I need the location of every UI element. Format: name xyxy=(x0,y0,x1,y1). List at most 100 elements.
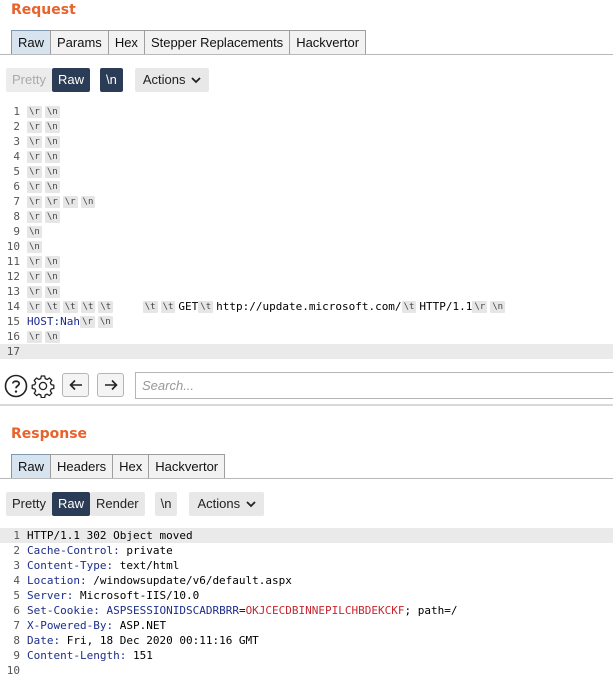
editor-line[interactable]: 3 Content-Type: text/html xyxy=(0,558,613,573)
line-content[interactable]: Date: Fri, 18 Dec 2020 00:11:16 GMT xyxy=(27,633,259,648)
chevron-down-icon xyxy=(246,494,256,518)
request-tab-hackvertor[interactable]: Hackvertor xyxy=(289,30,367,54)
line-number: 5 xyxy=(13,165,20,178)
editor-line[interactable]: 13 \r \n xyxy=(0,284,613,299)
line-content[interactable]: Cache-Control: private xyxy=(27,543,173,558)
request-title: Request xyxy=(11,2,76,18)
request-tab-stepper-replacements[interactable]: Stepper Replacements xyxy=(143,30,291,54)
line-number: 12 xyxy=(6,270,20,283)
line-number: 8 xyxy=(13,210,20,223)
line-number: 8 xyxy=(13,634,20,647)
editor-line[interactable]: 7 \r \r \r \n xyxy=(0,194,613,209)
help-icon[interactable] xyxy=(4,374,28,398)
request-tab-params[interactable]: Params xyxy=(50,30,109,54)
line-number: 1 xyxy=(13,529,20,542)
line-content[interactable]: \r \n xyxy=(27,329,63,344)
line-number: 9 xyxy=(13,225,20,238)
line-content[interactable]: HOST:Nah \r \n xyxy=(27,314,116,329)
line-number: 2 xyxy=(13,544,20,557)
response-toolbar: Pretty Raw Render \n Actions xyxy=(6,492,265,518)
request-raw-button[interactable]: Raw xyxy=(51,68,90,92)
line-content[interactable]: \r \n xyxy=(27,149,63,164)
editor-line[interactable]: 9 Content-Length: 151 xyxy=(0,648,613,663)
response-actions-dropdown[interactable]: Actions xyxy=(189,492,265,518)
request-pretty-button[interactable]: Pretty xyxy=(6,68,52,92)
editor-line[interactable]: 3 \r \n xyxy=(0,134,613,149)
response-tabbar: Raw Headers Hex Hackvertor xyxy=(11,452,226,478)
editor-line[interactable]: 1 HTTP/1.1 302 Object moved xyxy=(0,528,613,543)
request-tabbar: Raw Params Hex Stepper Replacements Hack… xyxy=(11,28,367,54)
search-input[interactable]: Search... xyxy=(135,372,613,399)
request-search-bar: Search... xyxy=(0,371,613,401)
response-tab-hex[interactable]: Hex xyxy=(112,454,150,478)
editor-line[interactable]: 9 \n xyxy=(0,224,613,239)
editor-line[interactable]: 16 \r \n xyxy=(0,329,613,344)
line-content[interactable]: \n xyxy=(27,224,45,239)
response-tab-hackvertor[interactable]: Hackvertor xyxy=(148,454,226,478)
line-content[interactable]: Server: Microsoft-IIS/10.0 xyxy=(27,588,199,603)
line-number: 16 xyxy=(6,330,20,343)
editor-line[interactable]: 6 \r \n xyxy=(0,179,613,194)
response-tab-raw[interactable]: Raw xyxy=(11,454,52,478)
arrow-left-icon xyxy=(68,379,82,391)
gear-icon[interactable] xyxy=(31,374,55,398)
line-content[interactable]: X-Powered-By: ASP.NET xyxy=(27,618,166,633)
editor-line[interactable]: 2 \r \n xyxy=(0,119,613,134)
response-tab-headers[interactable]: Headers xyxy=(50,454,114,478)
editor-line[interactable]: 12 \r \n xyxy=(0,269,613,284)
line-content[interactable]: Location: /windowsupdate/v6/default.aspx xyxy=(27,573,292,588)
editor-line[interactable]: 15 HOST:Nah \r \n xyxy=(0,314,613,329)
editor-line[interactable]: 10 \n xyxy=(0,239,613,254)
response-pretty-button[interactable]: Pretty xyxy=(6,492,52,516)
chevron-down-icon xyxy=(191,70,202,94)
editor-line[interactable]: 6 Set-Cookie: ASPSESSIONIDSCADRBRR=OKJCEC… xyxy=(0,603,613,618)
line-content[interactable]: HTTP/1.1 302 Object moved xyxy=(27,528,193,543)
editor-line[interactable]: 8 \r \n xyxy=(0,209,613,224)
response-raw-button[interactable]: Raw xyxy=(51,492,90,516)
line-content[interactable]: \r \n xyxy=(27,179,63,194)
line-content[interactable]: \r \n xyxy=(27,119,63,134)
previous-match-button[interactable] xyxy=(62,373,89,397)
response-editor[interactable]: 1 HTTP/1.1 302 Object moved 2 Cache-Control… xyxy=(0,528,613,678)
pane-divider[interactable] xyxy=(0,404,613,406)
line-content[interactable]: \r \n xyxy=(27,134,63,149)
line-content[interactable]: \r \n xyxy=(27,104,63,119)
line-content[interactable]: Content-Type: text/html xyxy=(27,558,179,573)
next-match-button[interactable] xyxy=(97,373,124,397)
editor-line[interactable]: 17 xyxy=(0,344,613,359)
editor-line[interactable]: 2 Cache-Control: private xyxy=(0,543,613,558)
editor-line[interactable]: 7 X-Powered-By: ASP.NET xyxy=(0,618,613,633)
line-content[interactable]: Set-Cookie: ASPSESSIONIDSCADRBRR=OKJCECD… xyxy=(27,603,458,618)
line-content[interactable]: \r \n xyxy=(27,164,63,179)
line-number: 17 xyxy=(6,345,20,358)
editor-line[interactable]: 1 \r \n xyxy=(0,104,613,119)
request-actions-label: Actions xyxy=(142,72,186,87)
line-content[interactable]: \r \t \t \t \t \t \t GET \t http://update.micros… xyxy=(27,299,508,314)
line-number: 10 xyxy=(6,664,20,677)
editor-line[interactable]: 14 \r \t \t \t \t \t \t GET \t http://update.micr… xyxy=(0,299,613,314)
request-actions-dropdown[interactable]: Actions xyxy=(134,68,210,94)
request-tab-raw[interactable]: Raw xyxy=(11,30,52,54)
response-newline-toggle[interactable]: \n xyxy=(154,492,178,516)
editor-line[interactable]: 11 \r \n xyxy=(0,254,613,269)
line-content[interactable]: Content-Length: 151 xyxy=(27,648,153,663)
line-content[interactable]: \r \n xyxy=(27,254,63,269)
request-tab-underline xyxy=(0,54,613,55)
line-content[interactable]: \r \n xyxy=(27,284,63,299)
line-content[interactable]: \r \r \r \n xyxy=(27,194,98,209)
line-content[interactable]: \r \n xyxy=(27,209,63,224)
response-render-button[interactable]: Render xyxy=(89,492,145,516)
line-content[interactable]: \n xyxy=(27,239,45,254)
editor-line[interactable]: 5 Server: Microsoft-IIS/10.0 xyxy=(0,588,613,603)
editor-line[interactable]: 4 \r \n xyxy=(0,149,613,164)
editor-line[interactable]: 8 Date: Fri, 18 Dec 2020 00:11:16 GMT xyxy=(0,633,613,648)
line-content[interactable]: \r \n xyxy=(27,269,63,284)
request-tab-hex[interactable]: Hex xyxy=(107,30,145,54)
request-editor[interactable]: 1 \r \n 2 \r \n 3 \r \n 4 \r \n 5 \r \n 6 \r \n 7 \r \r \r \n 8… xyxy=(0,104,613,359)
editor-line[interactable]: 4 Location: /windowsupdate/v6/default.asp… xyxy=(0,573,613,588)
editor-line[interactable]: 5 \r \n xyxy=(0,164,613,179)
line-number: 6 xyxy=(13,604,20,617)
response-actions-label: Actions xyxy=(197,496,241,511)
request-newline-toggle[interactable]: \n xyxy=(99,68,123,92)
editor-line[interactable]: 10 xyxy=(0,663,613,678)
